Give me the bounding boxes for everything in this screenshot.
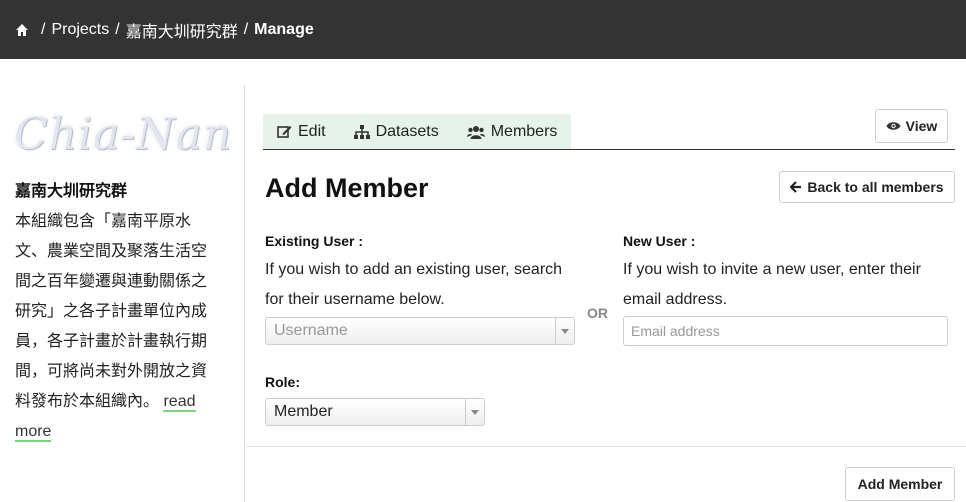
organization-name: 嘉南大圳研究群 — [15, 183, 128, 200]
tab-members[interactable]: Members — [453, 114, 572, 149]
breadcrumb-current: Manage — [254, 21, 314, 38]
tab-label: Edit — [298, 122, 326, 140]
breadcrumb-separator: / — [115, 21, 120, 38]
role-select[interactable]: Member — [265, 398, 485, 426]
description-text: 本組織包含「嘉南平原水文、農業空間及聚落生活空間之百年變遷與連動關係之研究」之各… — [15, 213, 208, 410]
breadcrumb-separator: / — [243, 21, 249, 38]
form-divider — [246, 446, 966, 447]
role-value: Member — [274, 403, 333, 420]
tab-datasets[interactable]: Datasets — [340, 114, 453, 149]
existing-user-help: If you wish to add an existing user, sea… — [265, 261, 563, 308]
sitemap-icon — [353, 124, 370, 139]
username-select[interactable]: Username — [265, 317, 575, 345]
tab-underline — [263, 149, 955, 150]
tab-label: Members — [490, 122, 558, 140]
role-label: Role: — [265, 374, 300, 390]
tab-label: Datasets — [375, 122, 439, 140]
or-divider: OR — [587, 305, 608, 321]
username-placeholder: Username — [274, 322, 348, 339]
new-user-help: If you wish to invite a new user, enter … — [623, 261, 921, 308]
top-bar: / Projects / 嘉南大圳研究群 / Manage — [0, 0, 966, 59]
breadcrumb-organization[interactable]: 嘉南大圳研究群 — [126, 18, 238, 42]
dropdown-arrow-icon — [465, 399, 484, 425]
organization-logo: Chia-Nan — [14, 109, 233, 160]
view-button[interactable]: View — [875, 109, 948, 143]
eye-icon — [886, 122, 901, 130]
page-title: Add Member — [265, 173, 429, 203]
sidebar: Chia-Nan 嘉南大圳研究群 本組織包含「嘉南平原水文、農業空間及聚落生活空… — [0, 85, 245, 502]
tab-edit[interactable]: Edit — [263, 114, 340, 149]
new-user-label: New User : — [623, 233, 696, 249]
add-member-button[interactable]: Add Member — [845, 467, 955, 501]
view-button-label: View — [905, 118, 938, 134]
arrow-left-icon — [790, 181, 802, 193]
main-content: Edit Datasets Members View Add Member Ba… — [246, 85, 966, 502]
back-to-members-button[interactable]: Back to all members — [779, 171, 955, 203]
existing-user-label: Existing User : — [265, 233, 364, 249]
edit-icon — [277, 125, 292, 138]
breadcrumb-separator: / — [41, 21, 46, 38]
dropdown-arrow-icon — [555, 318, 574, 344]
email-field[interactable] — [623, 316, 948, 346]
tab-bar: Edit Datasets Members — [263, 114, 572, 149]
back-button-label: Back to all members — [807, 179, 944, 195]
users-icon — [466, 125, 485, 139]
organization-description: 本組織包含「嘉南平原水文、農業空間及聚落生活空間之百年變遷與連動關係之研究」之各… — [15, 207, 215, 447]
breadcrumb-projects[interactable]: Projects — [51, 21, 109, 39]
home-icon[interactable] — [15, 23, 29, 37]
add-member-button-label: Add Member — [857, 476, 943, 492]
breadcrumb: / Projects / 嘉南大圳研究群 / Manage — [15, 18, 314, 42]
